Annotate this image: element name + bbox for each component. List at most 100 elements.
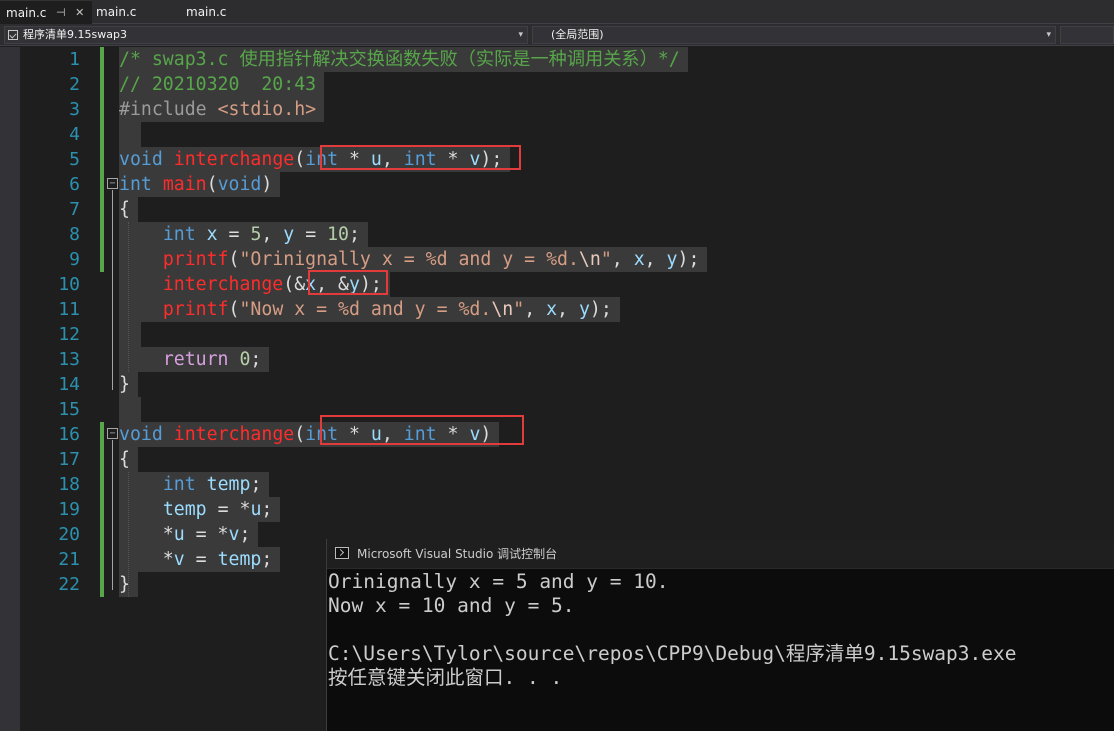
code-line[interactable]: 17 { (0, 447, 1114, 472)
code-token: = (294, 224, 328, 245)
tab-label: main.c (6, 6, 47, 20)
code-token: /* swap3.c 使用指针解决交换函数失败（实际是一种调用关系）*/ (119, 49, 680, 70)
code-token: temp (217, 549, 262, 570)
code-token: (& (283, 274, 306, 295)
code-line[interactable]: 16 void interchange(int * u, int * v) (0, 422, 1114, 447)
code-line[interactable]: 8 int x = 5, y = 10; (0, 222, 1114, 247)
code-text: { (119, 447, 138, 472)
code-line[interactable]: 5 void interchange(int * u, int * v); (0, 147, 1114, 172)
code-token: return (162, 349, 229, 370)
code-line[interactable]: 2 // 20210320 20:43 (0, 72, 1114, 97)
code-token: = (217, 224, 251, 245)
code-line[interactable]: 12 (0, 322, 1114, 347)
code-line[interactable]: 7{ (0, 197, 1114, 222)
code-token: ( (294, 424, 306, 445)
indent-guide (128, 222, 129, 372)
code-token: \n (578, 249, 601, 270)
change-bar (100, 422, 104, 597)
code-token: = * (184, 524, 229, 545)
code-token: "Orinignally x = %d and y = %d. (239, 249, 579, 270)
code-token: printf (162, 299, 229, 320)
code-line[interactable]: 11 printf("Now x = %d and y = %d.\n", x,… (0, 297, 1114, 322)
code-text: printf("Now x = %d and y = %d.\n", x, y)… (119, 297, 620, 322)
code-token: , (557, 299, 579, 320)
tab-main-c-active[interactable]: main.c ⊣ ✕ (0, 0, 92, 24)
fold-guide (112, 190, 113, 390)
console-icon (335, 547, 349, 559)
line-number: 21 (58, 549, 80, 570)
code-line[interactable]: 1 /* swap3.c 使用指针解决交换函数失败（实际是一种调用关系）*/ (0, 47, 1114, 72)
code-token: ; (239, 524, 251, 545)
code-token: " (513, 299, 525, 320)
code-token: 10 (327, 224, 350, 245)
navigation-bar: 程序清单9.15swap3 ▾ (全局范围) ▾ (0, 24, 1114, 46)
code-line[interactable]: 10 interchange(&x, &y); (0, 272, 1114, 297)
project-dropdown[interactable]: 程序清单9.15swap3 ▾ (4, 26, 528, 44)
collapse-icon[interactable]: − (107, 178, 118, 189)
line-number: 1 (69, 49, 80, 70)
code-line[interactable]: 6 int main(void) (0, 172, 1114, 197)
code-line[interactable]: 4 (0, 122, 1114, 147)
code-token: int (119, 174, 152, 195)
code-text: { (119, 197, 138, 222)
line-number: 15 (58, 399, 80, 420)
fold-guide (112, 440, 113, 590)
code-line[interactable]: 9 printf("Orinignally x = %d and y = %d.… (0, 247, 1114, 272)
code-token: ( (206, 174, 218, 195)
code-line[interactable]: 19 temp = *u; (0, 497, 1114, 522)
line-number: 3 (69, 99, 80, 120)
code-token: "Now x = %d and y = %d. (239, 299, 492, 320)
tab-main-c-2[interactable]: main.c (96, 0, 136, 24)
console-line: Orinignally x = 5 and y = 10. (328, 570, 669, 593)
line-number: 17 (58, 449, 80, 470)
code-text (119, 397, 141, 422)
code-token: ( (294, 149, 306, 170)
scope-dropdown-label: (全局范围) (551, 28, 604, 41)
code-token: , (611, 249, 634, 270)
code-token: ; (349, 224, 360, 245)
code-line[interactable]: 18 int temp; (0, 472, 1114, 497)
highlight-box-definition-params (320, 415, 524, 445)
console-output: Orinignally x = 5 and y = 10. Now x = 10… (327, 569, 1114, 690)
code-token: = * (206, 499, 251, 520)
code-text: int temp; (119, 472, 270, 497)
code-line[interactable]: 15 (0, 397, 1114, 422)
scope-dropdown[interactable]: (全局范围) ▾ (532, 26, 1056, 44)
code-token: u (250, 499, 262, 520)
console-title-bar[interactable]: Microsoft Visual Studio 调试控制台 (327, 539, 1114, 569)
code-text: // 20210320 20:43 (119, 72, 325, 97)
code-token: v (228, 524, 240, 545)
member-dropdown[interactable] (1060, 26, 1114, 44)
code-line[interactable]: 14} (0, 372, 1114, 397)
collapse-icon[interactable]: − (107, 428, 118, 439)
code-token: ; (261, 499, 273, 520)
code-text: /* swap3.c 使用指针解决交换函数失败（实际是一种调用关系）*/ (119, 47, 688, 72)
code-line[interactable]: 13 return 0; (0, 347, 1114, 372)
line-number: 22 (58, 574, 80, 595)
tab-main-c-3[interactable]: main.c (186, 0, 226, 24)
line-number: 20 (58, 524, 80, 545)
code-line[interactable]: 3 #include <stdio.h> (0, 97, 1114, 122)
code-text (119, 322, 141, 347)
code-token: 5 (250, 224, 262, 245)
code-token: temp (162, 499, 207, 520)
chevron-down-icon: ▾ (518, 30, 523, 40)
code-token: { (119, 449, 130, 470)
debug-console-window[interactable]: Microsoft Visual Studio 调试控制台 Orinignall… (326, 539, 1114, 731)
line-number: 7 (69, 199, 80, 220)
chevron-down-icon: ▾ (1046, 30, 1051, 40)
code-token: interchange (173, 149, 295, 170)
pin-icon[interactable]: ⊣ (56, 1, 66, 25)
close-icon[interactable]: ✕ (75, 1, 84, 25)
code-token: = (184, 549, 218, 570)
line-number: 5 (69, 149, 80, 170)
code-token: y (666, 249, 678, 270)
code-token: ); (589, 299, 612, 320)
